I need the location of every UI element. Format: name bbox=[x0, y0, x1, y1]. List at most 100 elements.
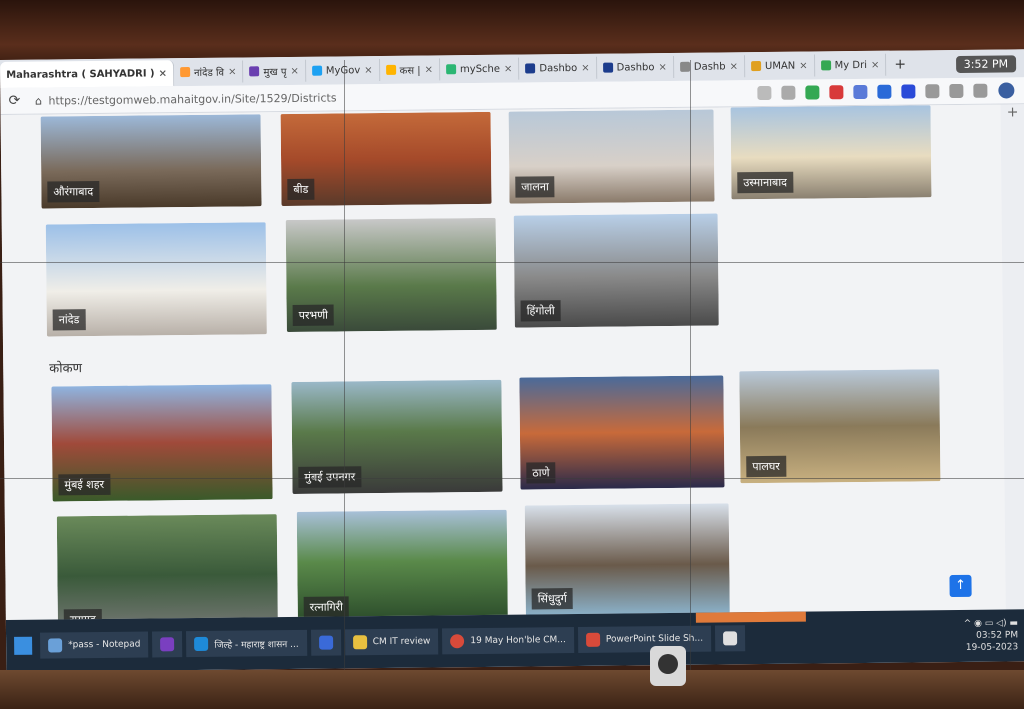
tab-mygov[interactable]: MyGov × bbox=[305, 59, 380, 82]
close-icon[interactable]: × bbox=[581, 62, 590, 73]
new-tab-button[interactable]: + bbox=[886, 56, 914, 73]
close-icon[interactable]: × bbox=[730, 61, 739, 72]
avatar[interactable] bbox=[998, 82, 1015, 99]
refresh-icon[interactable] bbox=[925, 84, 940, 99]
windows-start-icon[interactable] bbox=[14, 636, 33, 655]
taskbar-label: PowerPoint Slide Sh... bbox=[605, 633, 704, 645]
reload-icon[interactable]: ⟳ bbox=[0, 93, 28, 109]
district-card-mumbai-city[interactable]: मुंबई शहर bbox=[51, 384, 273, 502]
tray-date: 19-05-2023 bbox=[965, 642, 1019, 653]
url-field[interactable]: https://testgomweb.mahaitgov.in/Site/152… bbox=[48, 88, 608, 107]
close-icon[interactable]: × bbox=[799, 60, 808, 71]
tab-label: Maharashtra ( SAHYADRI ) bbox=[6, 67, 155, 81]
district-card-parbhani[interactable]: परभणी bbox=[285, 217, 497, 333]
taskbar-edge[interactable]: जिल्हे - महाराष्ट्र शासन ... bbox=[186, 629, 307, 658]
district-card-nanded[interactable]: नांदेड bbox=[45, 222, 267, 337]
tab-nanded[interactable]: नांदेड वि × bbox=[173, 60, 244, 84]
page-icon bbox=[385, 64, 396, 75]
taskbar-label: 19 May Hon'ble CM... bbox=[470, 635, 566, 647]
close-icon[interactable]: × bbox=[228, 66, 237, 77]
umang-icon bbox=[750, 61, 762, 72]
scroll-to-top-button[interactable]: ↑ bbox=[949, 574, 972, 598]
district-label: रत्नागिरी bbox=[303, 596, 350, 618]
scheme-icon bbox=[445, 64, 457, 75]
district-label: ठाणे bbox=[526, 462, 556, 484]
district-card-thane[interactable]: ठाणे bbox=[519, 375, 725, 490]
district-card-aurangabad[interactable]: औरंगाबाद bbox=[40, 114, 262, 209]
tab-my-drive[interactable]: My Dri × bbox=[814, 53, 887, 77]
taskbar-powerpoint-doc[interactable]: 19 May Hon'ble CM... bbox=[442, 627, 574, 655]
tab-label: नांदेड वि bbox=[193, 67, 225, 79]
taskbar-notepad[interactable]: *pass - Notepad bbox=[39, 631, 149, 659]
extension-icon[interactable] bbox=[829, 85, 844, 100]
district-card-raigad[interactable]: रायगड bbox=[56, 514, 279, 620]
folder-icon bbox=[352, 635, 367, 650]
powerpoint-icon bbox=[450, 634, 465, 649]
tab-dashboard-1[interactable]: Dashbo × bbox=[519, 56, 597, 80]
tab-umang[interactable]: UMAN × bbox=[744, 54, 815, 78]
close-icon[interactable]: × bbox=[290, 65, 299, 76]
taskbar-highlight bbox=[695, 611, 806, 623]
close-icon[interactable]: × bbox=[504, 63, 513, 74]
taskbar-onenote[interactable] bbox=[152, 631, 183, 658]
region-title: कोकण bbox=[49, 361, 83, 377]
tab-sahyadri[interactable]: Maharashtra ( SAHYADRI ) × bbox=[0, 60, 175, 88]
tab-label: mySche bbox=[459, 63, 501, 75]
favorites-icon[interactable] bbox=[949, 83, 964, 99]
taskbar-label: CM IT review bbox=[372, 636, 431, 648]
tab-home[interactable]: मुख पृ × bbox=[243, 59, 307, 83]
tray-time: 03:52 PM bbox=[976, 630, 1019, 641]
district-label: औरंगाबाद bbox=[47, 180, 100, 203]
tab-dashboard-3[interactable]: Dashb × bbox=[673, 55, 746, 78]
close-icon[interactable]: × bbox=[425, 64, 434, 75]
taskbar-cm-it-review[interactable]: CM IT review bbox=[344, 628, 439, 656]
onenote-icon bbox=[160, 637, 175, 652]
district-label: सिंधुदुर्ग bbox=[531, 588, 573, 610]
flag-icon bbox=[179, 67, 191, 78]
add-icon[interactable]: + bbox=[1007, 104, 1019, 120]
taskbar-app-2[interactable] bbox=[714, 625, 746, 652]
close-icon[interactable]: × bbox=[159, 68, 168, 79]
read-aloud-icon[interactable] bbox=[757, 85, 772, 101]
extension-icon[interactable] bbox=[805, 85, 820, 100]
page-icon bbox=[679, 61, 690, 72]
district-card-hingoli[interactable]: हिंगोली bbox=[513, 213, 719, 328]
taskbar-app[interactable] bbox=[310, 629, 341, 656]
district-card-jalna[interactable]: जालना bbox=[508, 109, 715, 204]
twitter-icon bbox=[311, 65, 322, 76]
display-seam bbox=[0, 262, 1024, 263]
close-icon[interactable]: × bbox=[871, 59, 880, 70]
district-label: बीड bbox=[287, 178, 315, 200]
tab-kas[interactable]: कस | × bbox=[379, 58, 441, 82]
district-card-mumbai-suburban[interactable]: मुंबई उपनगर bbox=[291, 379, 503, 494]
taskbar-slideshow[interactable]: PowerPoint Slide Sh... bbox=[577, 625, 712, 653]
district-card-osmanabad[interactable]: उस्मानाबाद bbox=[730, 105, 932, 200]
district-card-ratnagiri[interactable]: रत्नागिरी bbox=[296, 509, 508, 620]
district-card-beed[interactable]: बीड bbox=[280, 111, 492, 207]
display-screen: Maharashtra ( SAHYADRI ) × नांदेड वि × म… bbox=[0, 49, 1024, 672]
extension-icon[interactable] bbox=[877, 84, 892, 99]
taskbar-label: जिल्हे - महाराष्ट्र शासन ... bbox=[214, 639, 299, 651]
settings-icon[interactable] bbox=[781, 85, 796, 100]
district-card-sindhudurg[interactable]: सिंधुदुर्ग bbox=[524, 503, 730, 616]
extension-icon[interactable] bbox=[853, 84, 868, 100]
nic-icon bbox=[602, 62, 613, 73]
close-icon[interactable]: × bbox=[658, 62, 667, 73]
district-label: पालघर bbox=[746, 455, 786, 478]
display-seam bbox=[0, 478, 1024, 479]
collections-icon[interactable] bbox=[973, 83, 988, 98]
district-label: परभणी bbox=[292, 304, 335, 326]
tab-myscheme[interactable]: mySche × bbox=[439, 57, 520, 81]
lock-icon: ⌂ bbox=[34, 94, 42, 108]
close-icon[interactable]: × bbox=[364, 65, 373, 76]
tab-dashboard-2[interactable]: Dashbo × bbox=[596, 55, 674, 79]
district-card-palghar[interactable]: पालघर bbox=[739, 369, 941, 484]
conference-camera bbox=[650, 646, 686, 686]
tab-label: कस | bbox=[399, 65, 421, 77]
extension-icon[interactable] bbox=[901, 84, 916, 99]
app-icon bbox=[318, 635, 333, 650]
edge-icon bbox=[194, 636, 209, 651]
clock-badge: 3:52 PM bbox=[955, 54, 1017, 73]
tray-icons[interactable]: ^ ◉ ▭ ◁) ▬ bbox=[964, 618, 1018, 629]
display-seam bbox=[690, 60, 691, 680]
